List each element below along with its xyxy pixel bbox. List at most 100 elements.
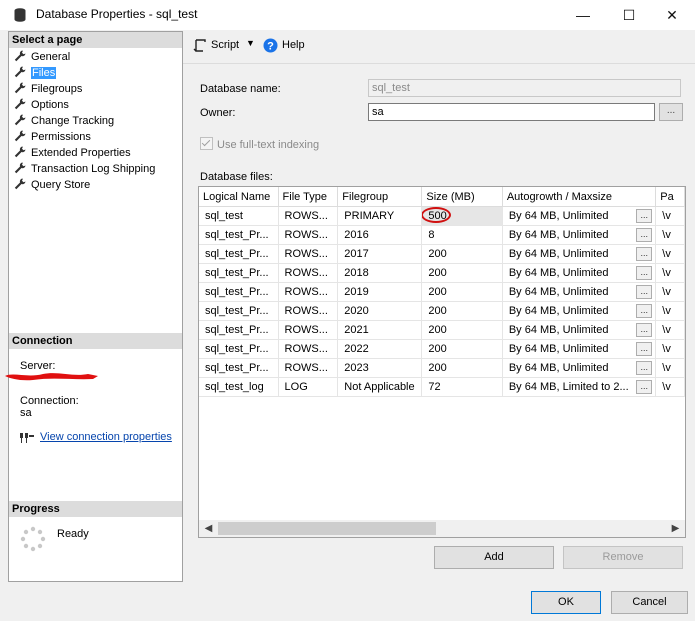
size-cell[interactable]: 200 — [421, 282, 503, 302]
autogrowth-edit-button[interactable]: ... — [636, 285, 653, 299]
autogrowth-cell[interactable]: By 64 MB, Unlimited... — [502, 206, 657, 226]
filegroup-cell[interactable]: 2020 — [337, 301, 423, 321]
logical-name-cell[interactable]: sql_test_Pr... — [199, 320, 279, 340]
owner-browse-button[interactable]: ... — [659, 103, 683, 121]
column-header[interactable]: File Type — [278, 187, 339, 207]
filegroup-cell[interactable]: 2018 — [337, 263, 423, 283]
page-item-permissions[interactable]: Permissions — [14, 130, 91, 145]
size-cell[interactable]: 200 — [421, 301, 503, 321]
autogrowth-edit-button[interactable]: ... — [636, 380, 653, 394]
autogrowth-edit-button[interactable]: ... — [636, 228, 653, 242]
table-row[interactable]: sql_test_Pr... ROWS... 2020 200 By 64 MB, Un… — [199, 301, 685, 321]
logical-name-cell[interactable]: sql_test_Pr... — [199, 358, 279, 378]
size-cell[interactable]: 8 — [421, 225, 503, 245]
autogrowth-edit-button[interactable]: ... — [636, 361, 653, 375]
column-header[interactable]: Size (MB) — [421, 187, 503, 207]
file-type-cell[interactable]: ROWS... — [278, 301, 339, 321]
file-type-cell[interactable]: ROWS... — [278, 206, 339, 226]
logical-name-cell[interactable]: sql_test — [199, 206, 279, 226]
fulltext-checkbox-row[interactable]: Use full-text indexing — [200, 137, 319, 151]
page-item-filegroups[interactable]: Filegroups — [14, 82, 82, 97]
autogrowth-cell[interactable]: By 64 MB, Unlimited... — [502, 244, 657, 264]
file-type-cell[interactable]: ROWS... — [278, 358, 339, 378]
logical-name-cell[interactable]: sql_test_Pr... — [199, 225, 279, 245]
maximize-button[interactable]: ☐ — [606, 0, 652, 30]
scroll-thumb[interactable] — [218, 522, 436, 535]
autogrowth-cell[interactable]: By 64 MB, Unlimited... — [502, 263, 657, 283]
filegroup-cell[interactable]: 2019 — [337, 282, 423, 302]
add-button[interactable]: Add — [434, 546, 554, 569]
column-header[interactable]: Pa — [655, 187, 685, 207]
help-button[interactable]: Help — [282, 39, 305, 51]
size-cell[interactable]: 72 — [421, 377, 503, 397]
view-connection-properties-link[interactable]: View connection properties — [40, 431, 172, 443]
path-cell[interactable]: \v — [655, 339, 685, 359]
page-item-options[interactable]: Options — [14, 98, 69, 113]
path-cell[interactable]: \v — [655, 244, 685, 264]
autogrowth-cell[interactable]: By 64 MB, Unlimited... — [502, 301, 657, 321]
file-type-cell[interactable]: ROWS... — [278, 339, 339, 359]
database-files-grid[interactable]: Logical Name File Type Filegroup Size (MB) A… — [198, 186, 686, 538]
autogrowth-edit-button[interactable]: ... — [636, 209, 653, 223]
autogrowth-edit-button[interactable]: ... — [636, 342, 653, 356]
scroll-left-icon[interactable]: ◀ — [201, 521, 216, 536]
path-cell[interactable]: \v — [655, 282, 685, 302]
path-cell[interactable]: \v — [655, 263, 685, 283]
page-item-query-store[interactable]: Query Store — [14, 178, 90, 193]
size-cell[interactable]: 200 — [421, 263, 503, 283]
table-row[interactable]: sql_test_Pr... ROWS... 2023 200 By 64 MB, Un… — [199, 358, 685, 378]
filegroup-cell[interactable]: PRIMARY — [337, 206, 423, 226]
fulltext-checkbox[interactable] — [200, 137, 213, 150]
table-row[interactable]: sql_test_Pr... ROWS... 2018 200 By 64 MB, Un… — [199, 263, 685, 283]
autogrowth-cell[interactable]: By 64 MB, Unlimited... — [502, 282, 657, 302]
size-cell[interactable]: 500 — [421, 206, 503, 226]
column-header[interactable]: Autogrowth / Maxsize — [502, 187, 657, 207]
logical-name-cell[interactable]: sql_test_Pr... — [199, 339, 279, 359]
filegroup-cell[interactable]: 2016 — [337, 225, 423, 245]
column-header[interactable]: Logical Name — [199, 187, 279, 207]
size-cell[interactable]: 200 — [421, 244, 503, 264]
table-row[interactable]: sql_test_Pr... ROWS... 2022 200 By 64 MB, Un… — [199, 339, 685, 359]
autogrowth-cell[interactable]: By 64 MB, Unlimited... — [502, 225, 657, 245]
autogrowth-edit-button[interactable]: ... — [636, 266, 653, 280]
page-item-extended-properties[interactable]: Extended Properties — [14, 146, 131, 161]
owner-field[interactable]: sa — [368, 103, 655, 121]
table-row[interactable]: sql_test_Pr... ROWS... 2019 200 By 64 MB, Un… — [199, 282, 685, 302]
size-cell[interactable]: 200 — [421, 358, 503, 378]
autogrowth-edit-button[interactable]: ... — [636, 304, 653, 318]
size-cell[interactable]: 200 — [421, 339, 503, 359]
page-item-change-tracking[interactable]: Change Tracking — [14, 114, 114, 129]
table-row[interactable]: sql_test_Pr... ROWS... 2017 200 By 64 MB, Un… — [199, 244, 685, 264]
table-row[interactable]: sql_test_log LOG Not Applicable 72 By 64 MB,… — [199, 377, 685, 397]
file-type-cell[interactable]: ROWS... — [278, 225, 339, 245]
autogrowth-edit-button[interactable]: ... — [636, 323, 653, 337]
scroll-right-icon[interactable]: ▶ — [668, 521, 683, 536]
path-cell[interactable]: \v — [655, 225, 685, 245]
path-cell[interactable]: \v — [655, 206, 685, 226]
filegroup-cell[interactable]: Not Applicable — [337, 377, 423, 397]
column-header[interactable]: Filegroup — [337, 187, 423, 207]
autogrowth-cell[interactable]: By 64 MB, Unlimited... — [502, 339, 657, 359]
autogrowth-edit-button[interactable]: ... — [636, 247, 653, 261]
file-type-cell[interactable]: LOG — [278, 377, 339, 397]
autogrowth-cell[interactable]: By 64 MB, Unlimited... — [502, 358, 657, 378]
filegroup-cell[interactable]: 2021 — [337, 320, 423, 340]
file-type-cell[interactable]: ROWS... — [278, 263, 339, 283]
page-item-general[interactable]: General — [14, 50, 70, 65]
ok-button[interactable]: OK — [531, 591, 601, 614]
filegroup-cell[interactable]: 2017 — [337, 244, 423, 264]
size-cell[interactable]: 200 — [421, 320, 503, 340]
path-cell[interactable]: \v — [655, 377, 685, 397]
file-type-cell[interactable]: ROWS... — [278, 320, 339, 340]
minimize-button[interactable]: — — [560, 0, 606, 30]
cancel-button[interactable]: Cancel — [611, 591, 688, 614]
table-row[interactable]: sql_test_Pr... ROWS... 2021 200 By 64 MB, Un… — [199, 320, 685, 340]
logical-name-cell[interactable]: sql_test_Pr... — [199, 301, 279, 321]
logical-name-cell[interactable]: sql_test_Pr... — [199, 244, 279, 264]
file-type-cell[interactable]: ROWS... — [278, 244, 339, 264]
table-row[interactable]: sql_test ROWS... PRIMARY 500 By 64 MB, Unlim… — [199, 206, 685, 226]
remove-button[interactable]: Remove — [563, 546, 683, 569]
logical-name-cell[interactable]: sql_test_Pr... — [199, 263, 279, 283]
filegroup-cell[interactable]: 2022 — [337, 339, 423, 359]
logical-name-cell[interactable]: sql_test_log — [199, 377, 279, 397]
